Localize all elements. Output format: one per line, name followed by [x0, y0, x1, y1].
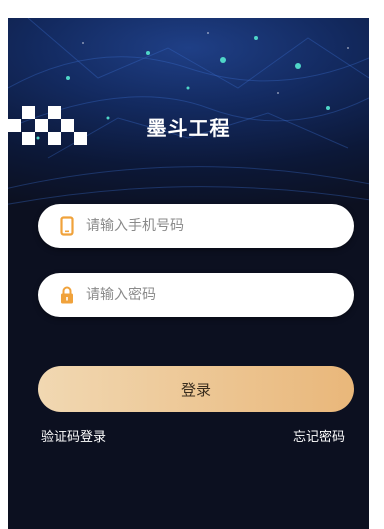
lock-icon [61, 286, 73, 304]
sms-login-link[interactable]: 验证码登录 [41, 426, 106, 445]
login-screen: 墨斗工程 登录 验证码登录 忘记密码 [8, 18, 369, 529]
hero-banner: 墨斗工程 [8, 18, 369, 218]
forgot-password-link[interactable]: 忘记密码 [293, 426, 345, 445]
password-input[interactable] [86, 273, 336, 317]
password-field[interactable] [38, 273, 354, 317]
brand-logo: 墨斗工程 [8, 106, 369, 145]
checkered-logo-icon [8, 106, 87, 145]
login-button[interactable]: 登录 [38, 366, 354, 412]
phone-input[interactable] [86, 204, 336, 248]
phone-icon [60, 216, 74, 236]
phone-field[interactable] [38, 204, 354, 248]
